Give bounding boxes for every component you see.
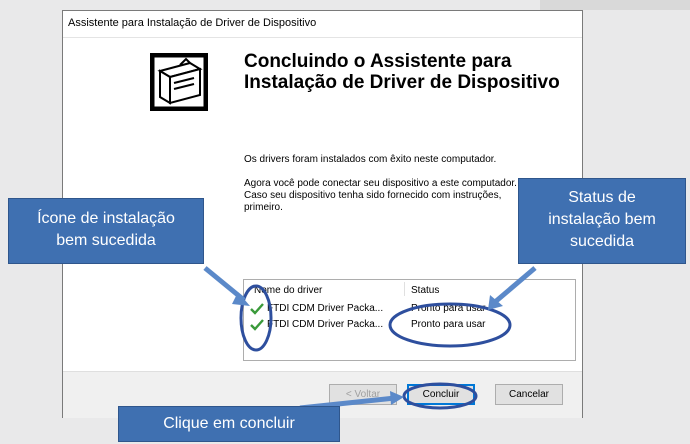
success-message: Os drivers foram instalados com êxito ne…	[244, 154, 497, 165]
column-header-driver[interactable]: Nome do driver	[254, 285, 322, 296]
table-row[interactable]: FTDI CDM Driver Packa... Pronto para usa…	[250, 302, 550, 317]
callout-icon-note: Ícone de instalação bem sucedida	[8, 198, 204, 264]
callout-status-line-3: sucedida	[569, 233, 635, 250]
driver-name: FTDI CDM Driver Packa...	[267, 303, 384, 314]
title-bar: Assistente para Instalação de Driver de …	[63, 11, 582, 38]
driver-status: Pronto para usar	[411, 319, 486, 330]
check-icon	[250, 319, 264, 331]
check-icon	[250, 303, 264, 315]
callout-click-note: Clique em concluir	[118, 406, 340, 442]
instructions-line-2: Caso seu dispositivo tenha sido fornecid…	[244, 190, 502, 201]
cancel-button[interactable]: Cancelar	[495, 384, 563, 405]
driver-status: Pronto para usar	[411, 303, 486, 314]
instructions-line-1: Agora você pode conectar seu dispositivo…	[244, 178, 517, 189]
heading-line-2: Instalação de Driver de Dispositivo	[244, 72, 560, 93]
column-divider	[404, 282, 405, 296]
callout-status-line-1: Status de	[568, 189, 636, 206]
wizard-heading: Concluindo o Assistente para Instalação …	[244, 51, 564, 93]
table-row[interactable]: FTDI CDM Driver Packa... Pronto para usa…	[250, 318, 550, 333]
heading-line-1: Concluindo o Assistente para	[244, 51, 512, 72]
background-strip	[540, 0, 690, 10]
callout-icon-line-2: bem sucedida	[56, 232, 156, 249]
driver-list-table: Nome do driver Status FTDI CDM Driver Pa…	[243, 279, 576, 361]
callout-status-note: Status de instalação bem sucedida	[518, 178, 686, 264]
callout-status-line-2: instalação bem	[548, 211, 656, 228]
window-title: Assistente para Instalação de Driver de …	[68, 17, 317, 29]
column-header-status[interactable]: Status	[411, 285, 439, 296]
instructions-line-3: primeiro.	[244, 202, 283, 213]
device-install-icon	[150, 53, 208, 111]
back-button[interactable]: < Voltar	[329, 384, 397, 405]
callout-icon-line-1: Ícone de instalação	[37, 210, 175, 227]
finish-button[interactable]: Concluir	[407, 384, 475, 405]
instructions-text: Agora você pode conectar seu dispositivo…	[244, 178, 564, 214]
driver-name: FTDI CDM Driver Packa...	[267, 319, 384, 330]
